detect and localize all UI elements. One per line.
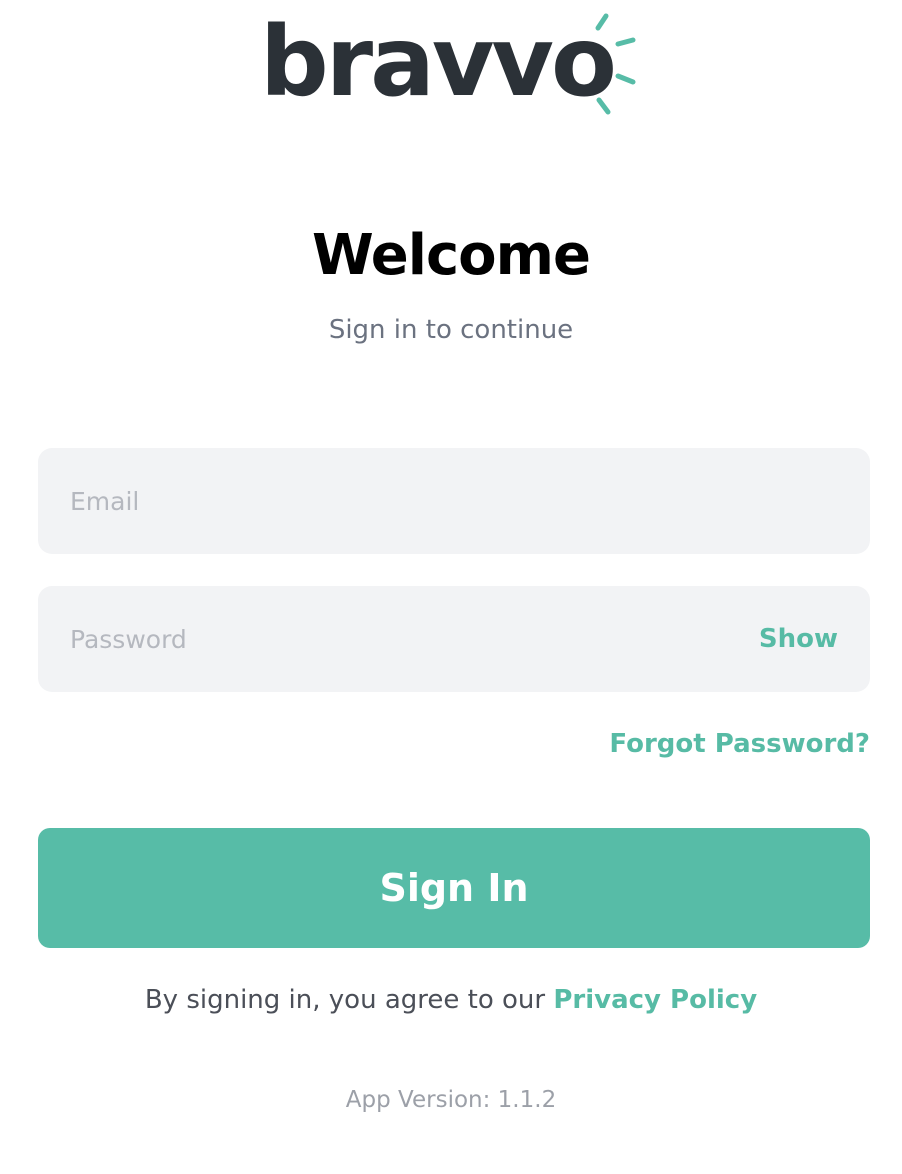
forgot-password-link[interactable]: Forgot Password? bbox=[609, 724, 870, 764]
privacy-policy-link[interactable]: Privacy Policy bbox=[553, 985, 757, 1015]
show-password-toggle[interactable]: Show bbox=[759, 586, 838, 692]
logo-wordmark: bravvo bbox=[260, 6, 617, 118]
terms-notice: By signing in, you agree to our Privacy … bbox=[0, 980, 902, 1020]
terms-prefix: By signing in, you agree to our bbox=[144, 985, 554, 1015]
page-title: Welcome bbox=[312, 223, 591, 288]
password-field-container: Show bbox=[38, 586, 870, 692]
password-input[interactable] bbox=[38, 586, 870, 692]
sign-in-button[interactable]: Sign In bbox=[38, 828, 870, 948]
sparkle-rays-icon bbox=[595, 13, 636, 115]
page-subtitle: Sign in to continue bbox=[328, 315, 574, 345]
email-input[interactable] bbox=[38, 448, 870, 554]
email-field-container bbox=[38, 448, 870, 554]
app-version: App Version: 1.1.2 bbox=[345, 1087, 557, 1113]
bravvo-logo: bravvo bbox=[258, 4, 648, 120]
